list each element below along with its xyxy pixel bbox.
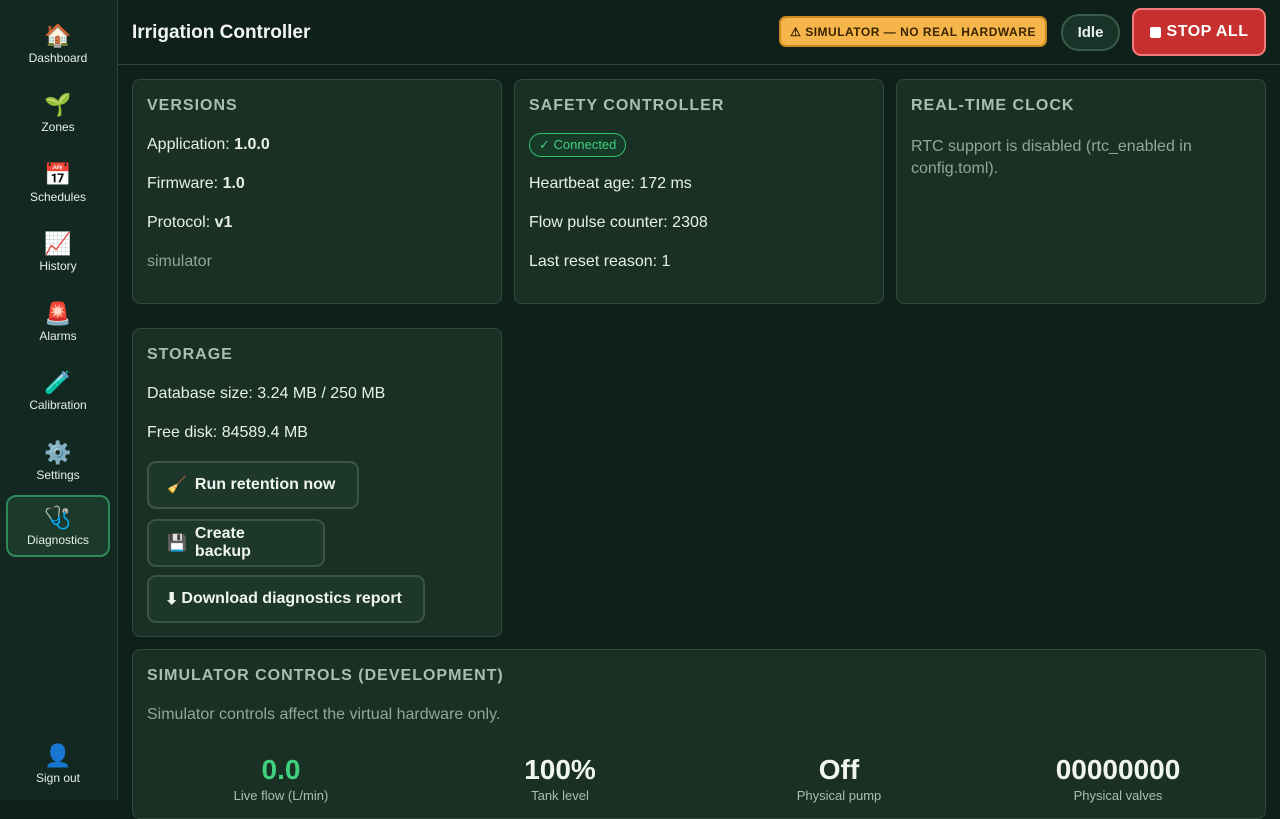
sidebar-item-label: Dashboard: [28, 51, 88, 65]
sidebar-item-label: Schedules: [29, 190, 87, 204]
tank-level-stat: 100% Tank level: [450, 754, 670, 803]
broom-icon: 🧹: [167, 477, 187, 494]
connection-status-badge: ✓ Connected: [529, 133, 627, 157]
chart-icon: 📈: [44, 231, 72, 256]
house-icon: 🏠: [44, 23, 72, 48]
simulator-note: Simulator controls affect the virtual ha…: [147, 706, 501, 723]
user-icon: 👤: [44, 743, 72, 768]
card-title: STORAGE: [147, 346, 233, 363]
test-tube-icon: 🧪: [44, 370, 72, 395]
create-backup-button[interactable]: 💾 Create backup: [147, 519, 325, 567]
sidebar: 🏠 Dashboard 🌱 Zones 📅 Schedules 📈 Histor…: [0, 0, 118, 800]
sidebar-item-label: Alarms: [39, 329, 77, 343]
protocol-label: Protocol:: [147, 214, 215, 231]
stat-value: 00000000: [1055, 754, 1181, 785]
versions-card: VERSIONS Application: 1.0.0 Firmware: 1.…: [132, 79, 502, 304]
siren-icon: 🚨: [44, 301, 72, 326]
real-time-clock-card: REAL-TIME CLOCK RTC support is disabled …: [896, 79, 1266, 304]
sidebar-item-diagnostics[interactable]: 🩺 Diagnostics: [6, 495, 110, 557]
stat-value: 100%: [524, 754, 596, 785]
top-bar: Irrigation Controller ⚠ SIMULATOR — NO R…: [118, 0, 1280, 65]
sidebar-item-schedules[interactable]: 📅 Schedules: [6, 152, 110, 214]
application-label: Application:: [147, 136, 235, 153]
sign-out-button[interactable]: 👤 Sign out: [6, 733, 110, 795]
gear-icon: ⚙️: [44, 440, 72, 465]
calendar-icon: 📅: [44, 162, 72, 187]
card-title: SIMULATOR CONTROLS (DEVELOPMENT): [147, 667, 504, 684]
stat-label: Tank level: [531, 788, 589, 803]
application-value: 1.0.0: [234, 136, 270, 153]
sidebar-item-label: Calibration: [29, 398, 87, 412]
sidebar-item-settings[interactable]: ⚙️ Settings: [6, 430, 110, 492]
page-title: Irrigation Controller: [132, 22, 311, 43]
download-diagnostics-button[interactable]: ⬇ Download diagnostics report: [147, 575, 425, 623]
hardware-mode: simulator: [147, 253, 212, 270]
last-reset-reason: Last reset reason: 1: [529, 253, 671, 270]
free-disk: Free disk: 84589.4 MB: [147, 424, 308, 441]
database-size: Database size: 3.24 MB / 250 MB: [147, 385, 386, 402]
stop-all-label: STOP ALL: [1166, 23, 1249, 40]
sidebar-item-alarms[interactable]: 🚨 Alarms: [6, 291, 110, 353]
sidebar-item-label: History: [39, 259, 77, 273]
physical-pump-stat: Off Physical pump: [729, 754, 949, 803]
simulator-warning-badge: ⚠ SIMULATOR — NO REAL HARDWARE: [779, 16, 1047, 47]
sidebar-item-label: Zones: [41, 120, 75, 134]
download-diagnostics-label: Download diagnostics report: [181, 590, 402, 607]
physical-valves-stat: 00000000 Physical valves: [1008, 754, 1228, 803]
download-arrow-icon: ⬇: [165, 591, 179, 608]
sidebar-item-calibration[interactable]: 🧪 Calibration: [6, 360, 110, 422]
simulator-controls-card: SIMULATOR CONTROLS (DEVELOPMENT) Simulat…: [132, 649, 1266, 819]
stat-label: Live flow (L/min): [233, 788, 329, 803]
run-retention-button[interactable]: 🧹 Run retention now: [147, 461, 359, 509]
firmware-version: Firmware: 1.0: [147, 175, 245, 193]
card-title: SAFETY CONTROLLER: [529, 97, 725, 114]
stat-label: Physical pump: [796, 788, 882, 803]
stop-icon: [1149, 26, 1161, 38]
protocol-version: Protocol: v1: [147, 214, 232, 232]
sidebar-item-history[interactable]: 📈 History: [6, 221, 110, 283]
seedling-icon: 🌱: [44, 92, 72, 117]
application-version: Application: 1.0.0: [147, 136, 270, 154]
sidebar-item-label: Settings: [36, 468, 80, 482]
sidebar-item-zones[interactable]: 🌱 Zones: [6, 82, 110, 144]
create-backup-label: Create backup: [194, 525, 251, 560]
stat-value: Off: [818, 754, 860, 785]
safety-controller-card: SAFETY CONTROLLER ✓ Connected Heartbeat …: [514, 79, 884, 304]
status-badge: Idle: [1061, 14, 1120, 51]
card-title: REAL-TIME CLOCK: [911, 97, 1075, 114]
card-title: VERSIONS: [147, 97, 238, 114]
protocol-value: v1: [214, 214, 233, 231]
stat-label: Physical valves: [1073, 788, 1163, 803]
flow-pulse-counter: Flow pulse counter: 2308: [529, 214, 708, 231]
live-flow-stat: 0.0 Live flow (L/min): [171, 754, 391, 803]
stat-value: 0.0: [261, 754, 301, 785]
stethoscope-icon: 🩺: [44, 505, 72, 530]
firmware-label: Firmware:: [147, 175, 223, 192]
stop-all-button[interactable]: STOP ALL: [1132, 8, 1266, 56]
storage-card: STORAGE Database size: 3.24 MB / 250 MB …: [132, 328, 502, 637]
floppy-disk-icon: 💾: [167, 535, 187, 552]
firmware-value: 1.0: [222, 175, 245, 192]
sidebar-item-label: Diagnostics: [26, 533, 90, 547]
run-retention-label: Run retention now: [194, 476, 336, 493]
sidebar-item-dashboard[interactable]: 🏠 Dashboard: [6, 13, 110, 75]
sign-out-label: Sign out: [35, 771, 81, 785]
heartbeat-age: Heartbeat age: 172 ms: [529, 175, 692, 192]
rtc-message: RTC support is disabled (rtc_enabled in …: [911, 138, 1192, 177]
